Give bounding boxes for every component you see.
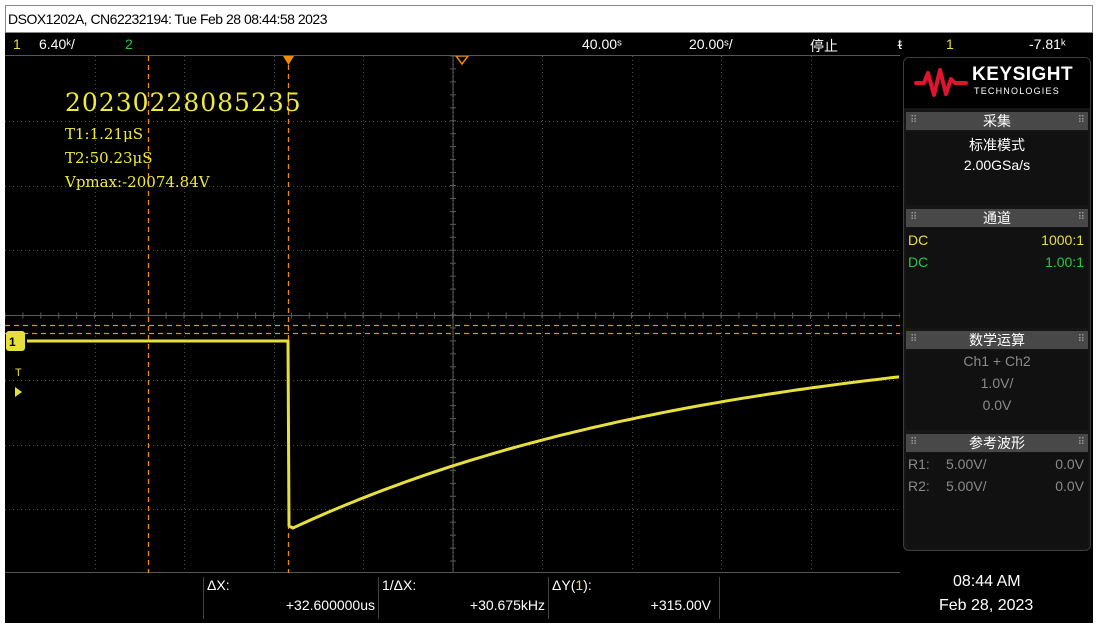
inv-dx-value: +30.675kHz (469, 597, 545, 613)
trigger-position-marker (283, 56, 294, 65)
ch1-marker-label: 1 (9, 335, 16, 349)
trigger-level[interactable]: -7.81ᵏ (1029, 36, 1066, 52)
ref-header[interactable]: ⠿ 参考波形 ⠿ (906, 434, 1088, 452)
math-body: Ch1 + Ch2 1.0V/ 0.0V (906, 350, 1088, 430)
channels-body: DC 1000:1 DC 1.00:1 (906, 228, 1088, 328)
inv-dx-cell[interactable]: 1/ΔX: +30.675kHz (378, 577, 549, 619)
ch2-probe[interactable]: 1.00:1 (1045, 254, 1084, 270)
trigger-delay[interactable]: 40.00ˢ (582, 36, 622, 52)
grip-icon: ⠿ (910, 212, 917, 223)
dy-cell[interactable]: ΔY(1): +315.00V (548, 577, 720, 619)
math-header[interactable]: ⠿ 数学运算 ⠿ (906, 331, 1088, 349)
ch2-coupling[interactable]: DC (908, 254, 928, 270)
brand-sub: TECHNOLOGIES (974, 86, 1060, 96)
channels-header[interactable]: ⠿ 通道 ⠿ (906, 209, 1088, 227)
r1-name[interactable]: R1: (908, 456, 930, 472)
scope-window: DSOX1202A, CN62232194: Tue Feb 28 08:44:… (0, 0, 1098, 628)
dx-cell[interactable]: ΔX: +32.600000us (203, 577, 379, 619)
clock-time: 08:44 AM (953, 573, 1021, 590)
math-title: 数学运算 (969, 332, 1025, 348)
ch1-coupling[interactable]: DC (908, 232, 928, 248)
waveform-area[interactable]: 1 T 20230228085235 T1:1.21μS T2:50.23μS V… (5, 55, 901, 575)
timebase-scale[interactable]: 20.00ˢ/ (689, 36, 733, 52)
side-panel: KEYSIGHT TECHNOLOGIES ⠿ 采集 ⠿ 标准模式 2.00GS… (903, 57, 1091, 551)
keysight-logo: KEYSIGHT TECHNOLOGIES (904, 58, 1090, 108)
ch1-scale[interactable]: 6.40ᵏ/ (39, 36, 75, 52)
ch1-waveform (27, 339, 900, 530)
r1-offset[interactable]: 0.0V (1055, 456, 1084, 472)
delay-marker (454, 55, 470, 66)
status-bar: 1 6.40ᵏ/ 2 40.00ˢ 20.00ˢ/ 停止 ᵵ 1 -7.81ᵏ (5, 33, 1093, 55)
r2-name[interactable]: R2: (908, 478, 930, 494)
keysight-wave-icon (914, 68, 968, 97)
overlay-t1: T1:1.21μS (65, 125, 144, 143)
acquire-header[interactable]: ⠿ 采集 ⠿ (906, 112, 1088, 130)
brand-name: KEYSIGHT (972, 64, 1074, 85)
grip-icon: ⠿ (910, 115, 917, 126)
inv-dx-label: 1/ΔX: (382, 577, 417, 593)
overlay-vpmax: Vpmax:-20074.84V (65, 173, 210, 191)
ch1-probe[interactable]: 1000:1 (1041, 232, 1084, 248)
dy-value: +315.00V (650, 597, 711, 613)
ref-body: R1: 5.00V/ 0.0V R2: 5.00V/ 0.0V (906, 453, 1088, 549)
title-bar: DSOX1202A, CN62232194: Tue Feb 28 08:44:… (5, 5, 1093, 33)
trigger-source[interactable]: 1 (946, 36, 954, 52)
scope-screen: 1 6.40ᵏ/ 2 40.00ˢ 20.00ˢ/ 停止 ᵵ 1 -7.81ᵏ … (5, 33, 1093, 623)
dx-label: ΔX: (207, 577, 230, 593)
sample-rate: 2.00GSa/s (963, 157, 1031, 173)
dy-label: ΔY(1): (552, 577, 592, 593)
clock-date: Feb 28, 2023 (939, 597, 1034, 614)
grip-icon: ⠿ (910, 437, 917, 448)
grip-icon: ⠿ (910, 334, 917, 345)
math-offset[interactable]: 0.0V (906, 397, 1088, 413)
math-expression[interactable]: Ch1 + Ch2 (906, 353, 1088, 369)
acquire-mode: 标准模式 (969, 137, 1025, 153)
grip-icon: ⠿ (1077, 212, 1085, 223)
overlay-timestamp: 20230228085235 (65, 88, 302, 117)
channels-title: 通道 (983, 210, 1011, 226)
overlay-t2: T2:50.23μS (65, 149, 153, 167)
acquire-body: 标准模式 2.00GSa/s (906, 131, 1088, 205)
grip-icon: ⠿ (1077, 334, 1085, 345)
r1-scale[interactable]: 5.00V/ (946, 456, 986, 472)
ref-title: 参考波形 (969, 435, 1025, 451)
math-scale[interactable]: 1.0V/ (906, 375, 1088, 391)
grip-icon: ⠿ (1077, 437, 1085, 448)
r2-offset[interactable]: 0.0V (1055, 478, 1084, 494)
trigger-slope-icon[interactable]: ᵵ (898, 36, 902, 52)
ch2-indicator[interactable]: 2 (125, 36, 133, 52)
run-state[interactable]: 停止 (810, 36, 838, 56)
trigger-level-label: T (15, 367, 22, 379)
trigger-level-marker (15, 387, 22, 397)
grip-icon: ⠿ (1077, 115, 1085, 126)
ch1-indicator[interactable]: 1 (13, 36, 21, 52)
acquire-title: 采集 (983, 113, 1011, 129)
r2-scale[interactable]: 5.00V/ (946, 478, 986, 494)
dx-value: +32.600000us (285, 597, 375, 613)
measurement-bar: ΔX: +32.600000us 1/ΔX: +30.675kHz ΔY(1):… (5, 573, 1093, 623)
